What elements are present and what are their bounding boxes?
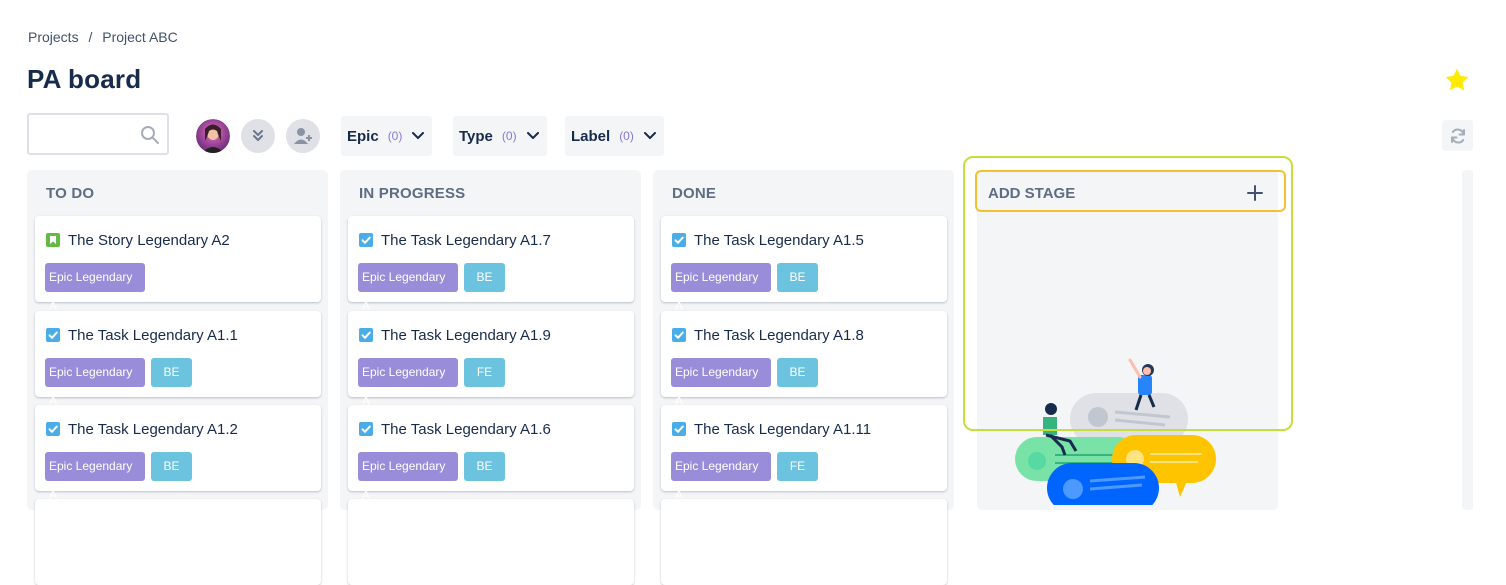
filter-label-count: (0) [619, 129, 634, 143]
label-tag: FE [464, 358, 505, 387]
label-tag: FE [777, 452, 818, 481]
task-icon [672, 328, 686, 342]
card-summary: The Story Legendary A2 [68, 232, 230, 249]
issue-card[interactable] [35, 499, 321, 585]
card-summary: The Task Legendary A1.6 [381, 421, 551, 438]
chevron-down-icon [643, 132, 656, 139]
avatar[interactable] [196, 119, 230, 153]
filter-type-label: Type [459, 127, 493, 145]
label-tag: BE [151, 358, 192, 387]
issue-card[interactable] [348, 499, 634, 585]
task-icon [359, 233, 373, 247]
task-icon [672, 422, 686, 436]
breadcrumb-project-link[interactable]: Project ABC [102, 29, 177, 45]
double-chevron-down-icon [253, 130, 263, 141]
epic-tag: Epic Legendary A [358, 358, 458, 408]
add-user-icon [294, 128, 312, 144]
issue-card[interactable]: The Task Legendary A1.9 Epic Legendary A… [348, 311, 634, 408]
column-done: DONE The Task Legendary A1.5 Epic Legend… [653, 170, 954, 585]
add-people-button[interactable] [286, 119, 320, 153]
filter-epic-label: Epic [347, 127, 379, 145]
label-tag: BE [464, 452, 505, 481]
breadcrumb-projects-link[interactable]: Projects [28, 29, 79, 45]
epic-tag: Epic Legendary A [358, 452, 458, 502]
story-icon [46, 233, 60, 247]
label-tag: BE [777, 358, 818, 387]
breadcrumb-separator: / [88, 29, 93, 45]
epic-tag: Epic Legendary A [45, 263, 145, 313]
epic-tag: Epic Legendary A [45, 358, 145, 408]
refresh-icon [1450, 127, 1465, 144]
chevron-down-icon [412, 132, 425, 139]
search-field[interactable] [35, 115, 149, 153]
filter-type[interactable]: Type (0) [453, 116, 547, 156]
epic-tag: Epic Legendary A [45, 452, 145, 502]
filter-label-label: Label [571, 127, 611, 145]
filter-epic-count: (0) [387, 129, 403, 143]
issue-card[interactable]: The Story Legendary A2 Epic Legendary A [35, 216, 321, 313]
epic-tag: Epic Legendary A [671, 452, 771, 502]
task-icon [359, 328, 373, 342]
column-title: IN PROGRESS [359, 185, 466, 202]
card-summary: The Task Legendary A1.8 [694, 327, 864, 344]
label-tag: BE [151, 452, 192, 481]
card-summary: The Task Legendary A1.9 [381, 327, 551, 344]
epic-tag: Epic Legendary A [358, 263, 458, 313]
issue-card[interactable]: The Task Legendary A1.6 Epic Legendary A… [348, 405, 634, 502]
scroll-edge [1462, 170, 1473, 510]
filter-epic[interactable]: Epic (0) [341, 116, 433, 156]
filter-label[interactable]: Label (0) [565, 116, 664, 156]
label-tag: BE [777, 263, 818, 292]
issue-card[interactable]: The Task Legendary A1.11 Epic Legendary … [661, 405, 947, 502]
add-stage-label: ADD STAGE [988, 185, 1076, 202]
star-icon[interactable] [1444, 67, 1470, 93]
search-input[interactable] [27, 113, 169, 155]
task-icon [46, 328, 60, 342]
column-in-progress: IN PROGRESS The Task Legendary A1.7 Epic… [340, 170, 641, 585]
page-title: PA board [27, 64, 142, 94]
issue-card[interactable]: The Task Legendary A1.2 Epic Legendary A… [35, 405, 321, 502]
chevron-down-icon [526, 132, 539, 139]
filter-type-count: (0) [501, 129, 517, 143]
search-icon [141, 126, 159, 144]
column-title: DONE [672, 185, 717, 202]
column-title: TO DO [46, 185, 95, 202]
issue-card[interactable]: The Task Legendary A1.5 Epic Legendary A… [661, 216, 947, 313]
label-tag: BE [464, 263, 505, 292]
card-summary: The Task Legendary A1.7 [381, 232, 551, 249]
task-icon [359, 422, 373, 436]
card-summary: The Task Legendary A1.2 [68, 421, 238, 438]
plus-icon[interactable] [1245, 183, 1265, 203]
column-to-do: TO DO The Story Legendary A2 Epic Legend… [27, 170, 328, 585]
issue-card[interactable]: The Task Legendary A1.7 Epic Legendary A… [348, 216, 634, 313]
card-summary: The Task Legendary A1.1 [68, 327, 238, 344]
epic-tag: Epic Legendary A [671, 263, 771, 313]
issue-card[interactable]: The Task Legendary A1.8 Epic Legendary A… [661, 311, 947, 408]
task-icon [672, 233, 686, 247]
epic-tag: Epic Legendary A [671, 358, 771, 408]
issue-card[interactable] [661, 499, 947, 585]
issue-card[interactable]: The Task Legendary A1.1 Epic Legendary A… [35, 311, 321, 408]
card-summary: The Task Legendary A1.11 [694, 421, 872, 438]
breadcrumb: Projects / Project ABC [28, 29, 184, 45]
refresh-button[interactable] [1442, 120, 1473, 151]
expand-avatars-button[interactable] [241, 119, 275, 153]
task-icon [46, 422, 60, 436]
card-summary: The Task Legendary A1.5 [694, 232, 864, 249]
